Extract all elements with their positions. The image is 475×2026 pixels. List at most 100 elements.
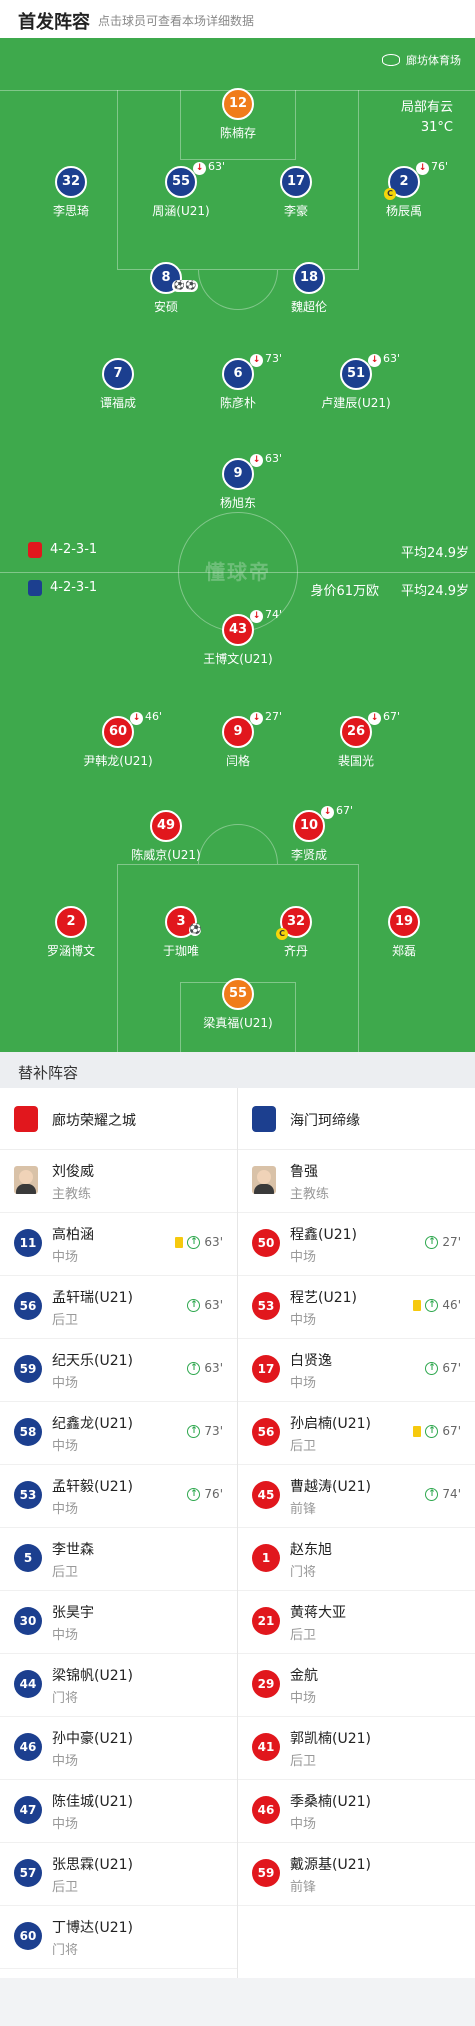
home-team-logo-icon [14,1106,38,1132]
sub-out-marker: ↓ 63' [193,160,225,175]
player-name: 金航 [290,1668,318,1684]
sub-player-row[interactable]: 47 陈佳城(U21) 中场 [0,1780,237,1843]
page-hint: 点击球员可查看本场详细数据 [98,14,255,28]
sub-out-icon: ↓ [368,354,381,367]
player-away-st[interactable]: 43 ↓ 74' 王博文(U21) [178,608,298,667]
sub-player-row[interactable]: 30 张昊宇 中场 [0,1591,237,1654]
player-number: 1 [252,1544,280,1572]
player-number: 59 [14,1355,42,1383]
player-position: 前锋 [290,1880,317,1895]
coach-row[interactable]: 刘俊威 主教练 [0,1150,237,1213]
sub-minute: 73' [265,352,283,365]
player-number: 58 [14,1418,42,1446]
player-name: 丁博达(U21) [52,1920,133,1936]
sub-player-row[interactable]: 44 梁锦帆(U21) 门将 [0,1654,237,1717]
sub-out-icon: ↓ [250,610,263,623]
player-away-cb1[interactable]: 3 ⚽ 于珈唯 [121,906,241,959]
sub-player-row[interactable]: 29 金航 中场 [238,1654,475,1717]
sub-info: ↑ 74' [425,1487,461,1501]
player-number: 30 [14,1607,42,1635]
sub-player-row[interactable]: 53 程艺(U21) 中场 ↑ 46' [238,1276,475,1339]
sub-player-row[interactable]: 60 丁博达(U21) 门将 [0,1906,237,1969]
subs-list: 廊坊荣耀之城 海门珂缔缘 刘俊威 主教练 11 高柏涵 中场 ↑ 63' 56 孟轩瑞(U21)… [0,1088,475,1978]
player-position: 后卫 [290,1439,317,1454]
home-team-header[interactable]: 廊坊荣耀之城 [0,1088,237,1150]
sub-player-row[interactable]: 57 张思霖(U21) 后卫 [0,1843,237,1906]
player-home-dm1[interactable]: 8 ⚽⚽ 安硕 [106,262,226,315]
player-number: 18 [293,262,325,294]
player-name: 陈彦朴 [219,396,256,410]
player-name: 季桑楠(U21) [290,1794,371,1810]
sub-minute: 67' [383,710,401,723]
sub-player-row[interactable]: 59 纪天乐(U21) 中场 ↑ 63' [0,1339,237,1402]
away-team-logo-icon [28,580,42,596]
sub-player-row[interactable]: 53 孟轩毅(U21) 中场 ↑ 76' [0,1465,237,1528]
player-position: 中场 [52,1817,79,1832]
yellow-card-icon [175,1236,184,1248]
player-position: 后卫 [52,1313,79,1328]
player-name: 孙中豪(U21) [52,1731,133,1747]
player-home-rm[interactable]: 51 ↓ 63' 卢建辰(U21) [296,352,416,411]
player-name: 高柏涵 [52,1227,94,1243]
coach-avatar [252,1166,276,1194]
player-home-cb1[interactable]: 55 ↓ 63' 周涵(U21) [121,160,241,219]
player-home-rb[interactable]: 2 C ↓ 76' 杨辰禹 [344,160,464,219]
player-away-gk[interactable]: 55 梁真福(U21) [178,978,298,1031]
sub-player-row[interactable]: 1 赵东旭 门将 [238,1528,475,1591]
player-number: 56 [252,1418,280,1446]
player-home-st[interactable]: 9 ↓ 63' 杨旭东 [178,452,298,511]
sub-player-row[interactable]: 46 季桑楠(U21) 中场 [238,1780,475,1843]
player-home-lb[interactable]: 32 李思琦 [11,166,131,219]
sub-player-row[interactable]: 50 程鑫(U21) 中场 ↑ 27' [238,1213,475,1276]
player-number: 47 [14,1796,42,1824]
sub-info: ↑ 63' [187,1298,223,1312]
sub-player-row[interactable]: 21 黄蒋大亚 后卫 [238,1591,475,1654]
sub-player-row[interactable]: 45 曹越涛(U21) 前锋 ↑ 74' [238,1465,475,1528]
away-team-header[interactable]: 海门珂缔缘 [238,1088,475,1150]
player-name: 纪天乐(U21) [52,1353,133,1369]
coach-row[interactable]: 鲁强 主教练 [238,1150,475,1213]
sub-player-row[interactable]: 59 戴源基(U21) 前锋 [238,1843,475,1906]
sub-player-row[interactable]: 41 郭凯楠(U21) 后卫 [238,1717,475,1780]
goal-ball-icon: ⚽⚽ [172,280,198,292]
player-home-lm[interactable]: 7 谭福成 [58,358,178,411]
sub-player-row[interactable]: 17 白贤逸 中场 ↑ 67' [238,1339,475,1402]
sub-player-row[interactable]: 58 纪鑫龙(U21) 中场 ↑ 73' [0,1402,237,1465]
sub-player-row[interactable]: 46 孙中豪(U21) 中场 [0,1717,237,1780]
player-away-dm1[interactable]: 49 陈威京(U21) [106,810,226,863]
sub-in-minute: 63' [204,1298,223,1312]
player-name: 陈佳城(U21) [52,1794,133,1810]
player-away-am[interactable]: 9 ↓ 27' 闫格 [178,710,298,769]
player-name: 王博文(U21) [203,652,273,666]
sub-player-row[interactable]: 56 孙启楠(U21) 后卫 ↑ 67' [238,1402,475,1465]
player-away-lm[interactable]: 60 ↓ 46' 尹韩龙(U21) [58,710,178,769]
sub-in-minute: 73' [204,1424,223,1438]
player-number: 41 [252,1733,280,1761]
sub-out-marker: ↓ 27' [250,710,282,725]
player-away-rm[interactable]: 26 ↓ 67' 裴国光 [296,710,416,769]
sub-in-minute: 46' [442,1298,461,1312]
player-home-dm2[interactable]: 18 魏超伦 [249,262,369,315]
sub-out-icon: ↓ [368,712,381,725]
player-away-rb[interactable]: 19 郑磊 [344,906,464,959]
player-name: 魏超伦 [290,300,327,314]
yellow-card-icon [413,1299,422,1311]
player-away-lb[interactable]: 2 罗涵博文 [11,906,131,959]
player-home-cb2[interactable]: 17 李豪 [236,166,356,219]
player-name: 李豪 [283,204,308,218]
sub-minute: 63' [265,452,283,465]
away-formation: 4-2-3-1 [50,580,98,595]
player-position: 门将 [52,1691,79,1706]
sub-player-row[interactable]: 56 孟轩瑞(U21) 后卫 ↑ 63' [0,1276,237,1339]
away-market-value: 身价61万欧 [310,584,379,599]
sub-in-minute: 63' [204,1235,223,1249]
player-away-cb2[interactable]: 32 C 齐丹 [236,906,356,959]
player-away-dm2[interactable]: 10 ↓ 67' 李贤成 [249,804,369,863]
sub-player-row[interactable]: 11 高柏涵 中场 ↑ 63' [0,1213,237,1276]
player-home-gk[interactable]: 12 陈楠存 [178,88,298,141]
player-position: 主教练 [52,1187,92,1202]
sub-player-row[interactable]: 5 李世森 后卫 [0,1528,237,1591]
away-team-name: 海门珂缔缘 [290,1113,360,1129]
player-home-am[interactable]: 6 ↓ 73' 陈彦朴 [178,352,298,411]
sub-info: ↑ 46' [413,1298,461,1312]
